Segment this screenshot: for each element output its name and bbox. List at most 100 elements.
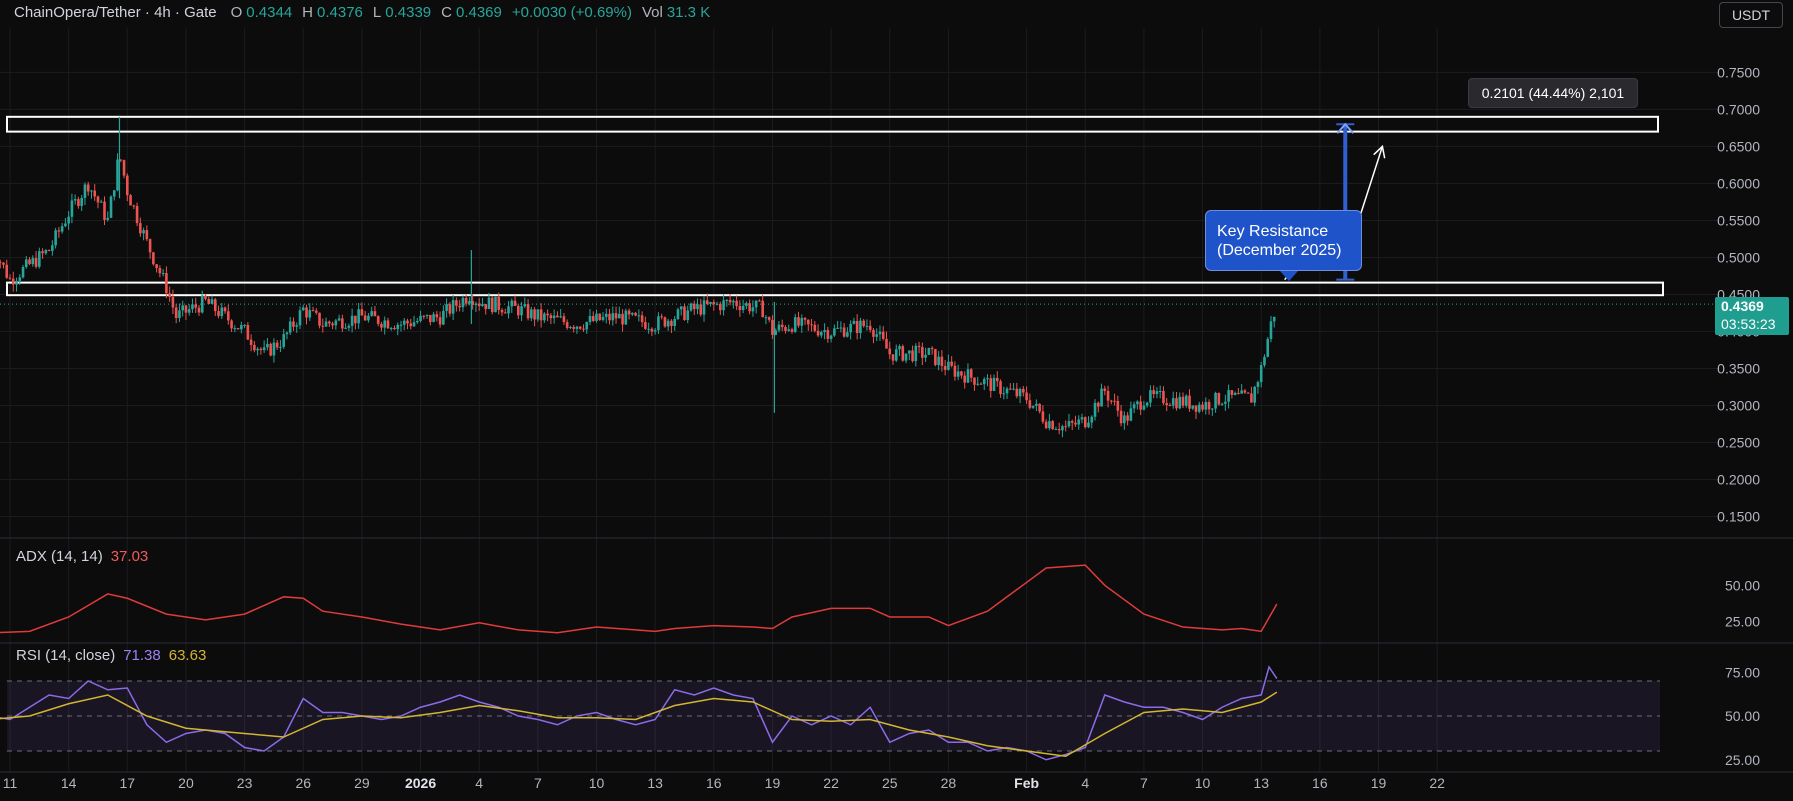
candle <box>823 323 826 340</box>
time-axis-label: 14 <box>61 775 77 791</box>
candle <box>943 359 947 376</box>
candle <box>520 301 523 321</box>
candle <box>1162 386 1165 406</box>
candle <box>1253 385 1256 407</box>
rsi-name: RSI (14, close) <box>16 647 116 664</box>
candle <box>1259 361 1263 388</box>
candle-body <box>510 300 514 307</box>
price-axis-label: 0.7000 <box>1717 101 1760 117</box>
candle <box>165 266 168 299</box>
candle <box>461 295 465 312</box>
price-axis-label: 0.1500 <box>1717 508 1760 524</box>
candle <box>611 306 615 326</box>
candle-body <box>181 305 184 311</box>
candle-body <box>70 200 74 217</box>
candle-body <box>142 230 145 234</box>
candle <box>894 344 898 362</box>
candle-body <box>930 347 934 350</box>
candle <box>220 303 224 319</box>
candle-body <box>236 328 240 330</box>
candle <box>966 363 970 384</box>
candle <box>745 301 748 310</box>
grid-lines <box>0 28 1720 772</box>
candle-body <box>269 343 272 356</box>
candle <box>921 342 924 366</box>
candle <box>562 313 566 325</box>
candle-body <box>99 201 103 203</box>
price-axis-label: 0.2500 <box>1717 434 1760 450</box>
candle <box>868 320 872 333</box>
candle-body <box>152 252 155 265</box>
candle <box>112 190 116 201</box>
candle <box>0 259 2 269</box>
candle-body <box>240 325 243 330</box>
candle-body <box>415 321 419 323</box>
symbol-title[interactable]: ChainOpera/Tether · 4h · Gate <box>14 4 217 21</box>
candle <box>686 305 690 324</box>
last-price-tag: 0.4369 03:53:23 <box>1715 297 1789 335</box>
candle-body <box>178 310 181 319</box>
candle-body <box>344 327 347 329</box>
candle <box>937 351 940 371</box>
candle <box>275 340 279 350</box>
candle-body <box>888 348 892 355</box>
candle-body <box>1041 411 1045 422</box>
chart-canvas[interactable]: 0.15000.20000.25000.30000.35000.40000.45… <box>0 0 1793 801</box>
candle-body <box>168 293 171 297</box>
key-resistance-zone <box>6 281 1664 297</box>
rsi-title[interactable]: RSI (14, close) 71.38 63.63 <box>16 647 206 664</box>
candle <box>947 354 950 371</box>
candle <box>269 342 272 357</box>
candle <box>1018 387 1022 404</box>
adx-name: ADX (14, 14) <box>16 548 103 565</box>
candle-body <box>321 325 325 327</box>
candle-body <box>868 325 872 330</box>
candle-body <box>842 327 846 337</box>
candle <box>888 341 892 360</box>
candle <box>556 311 559 318</box>
candle <box>122 159 126 179</box>
candle-body <box>705 300 709 304</box>
candle <box>8 274 12 280</box>
candle <box>415 317 419 324</box>
candle <box>285 331 289 340</box>
candle-body <box>1263 356 1266 366</box>
candle <box>1106 385 1110 408</box>
candle <box>1025 386 1028 404</box>
candle <box>872 328 875 344</box>
candle <box>279 340 282 353</box>
candle-body <box>386 320 390 329</box>
candle <box>1152 385 1155 399</box>
candle <box>917 341 921 354</box>
candle-body <box>51 245 54 251</box>
candle <box>699 298 703 317</box>
candle <box>308 303 312 321</box>
price-axis-label: 0.7500 <box>1717 64 1760 80</box>
candle-body <box>129 195 132 206</box>
candle <box>956 364 960 381</box>
candle-body <box>1246 392 1250 394</box>
candle <box>1110 399 1113 405</box>
candle-body <box>908 350 911 354</box>
adx-axis-label: 25.00 <box>1725 613 1760 629</box>
candle-body <box>601 316 605 321</box>
candle <box>647 322 650 334</box>
candle <box>767 316 771 323</box>
currency-button[interactable]: USDT <box>1719 2 1783 28</box>
candle <box>543 312 546 323</box>
candle <box>839 321 843 333</box>
candle <box>445 298 448 318</box>
candle <box>158 265 162 278</box>
candle <box>168 286 171 302</box>
candle <box>318 312 321 329</box>
time-axis-label: 25 <box>882 775 898 791</box>
adx-title[interactable]: ADX (14, 14) 37.03 <box>16 548 148 565</box>
key-resistance-callout[interactable]: Key Resistance (December 2025) <box>1205 210 1362 271</box>
candle-body <box>1018 388 1022 397</box>
candle-body <box>1207 401 1211 410</box>
candle-body <box>741 305 745 311</box>
candles <box>0 116 1276 438</box>
candle-body <box>969 369 973 378</box>
candle-body <box>627 310 631 315</box>
candle-body <box>266 343 269 348</box>
